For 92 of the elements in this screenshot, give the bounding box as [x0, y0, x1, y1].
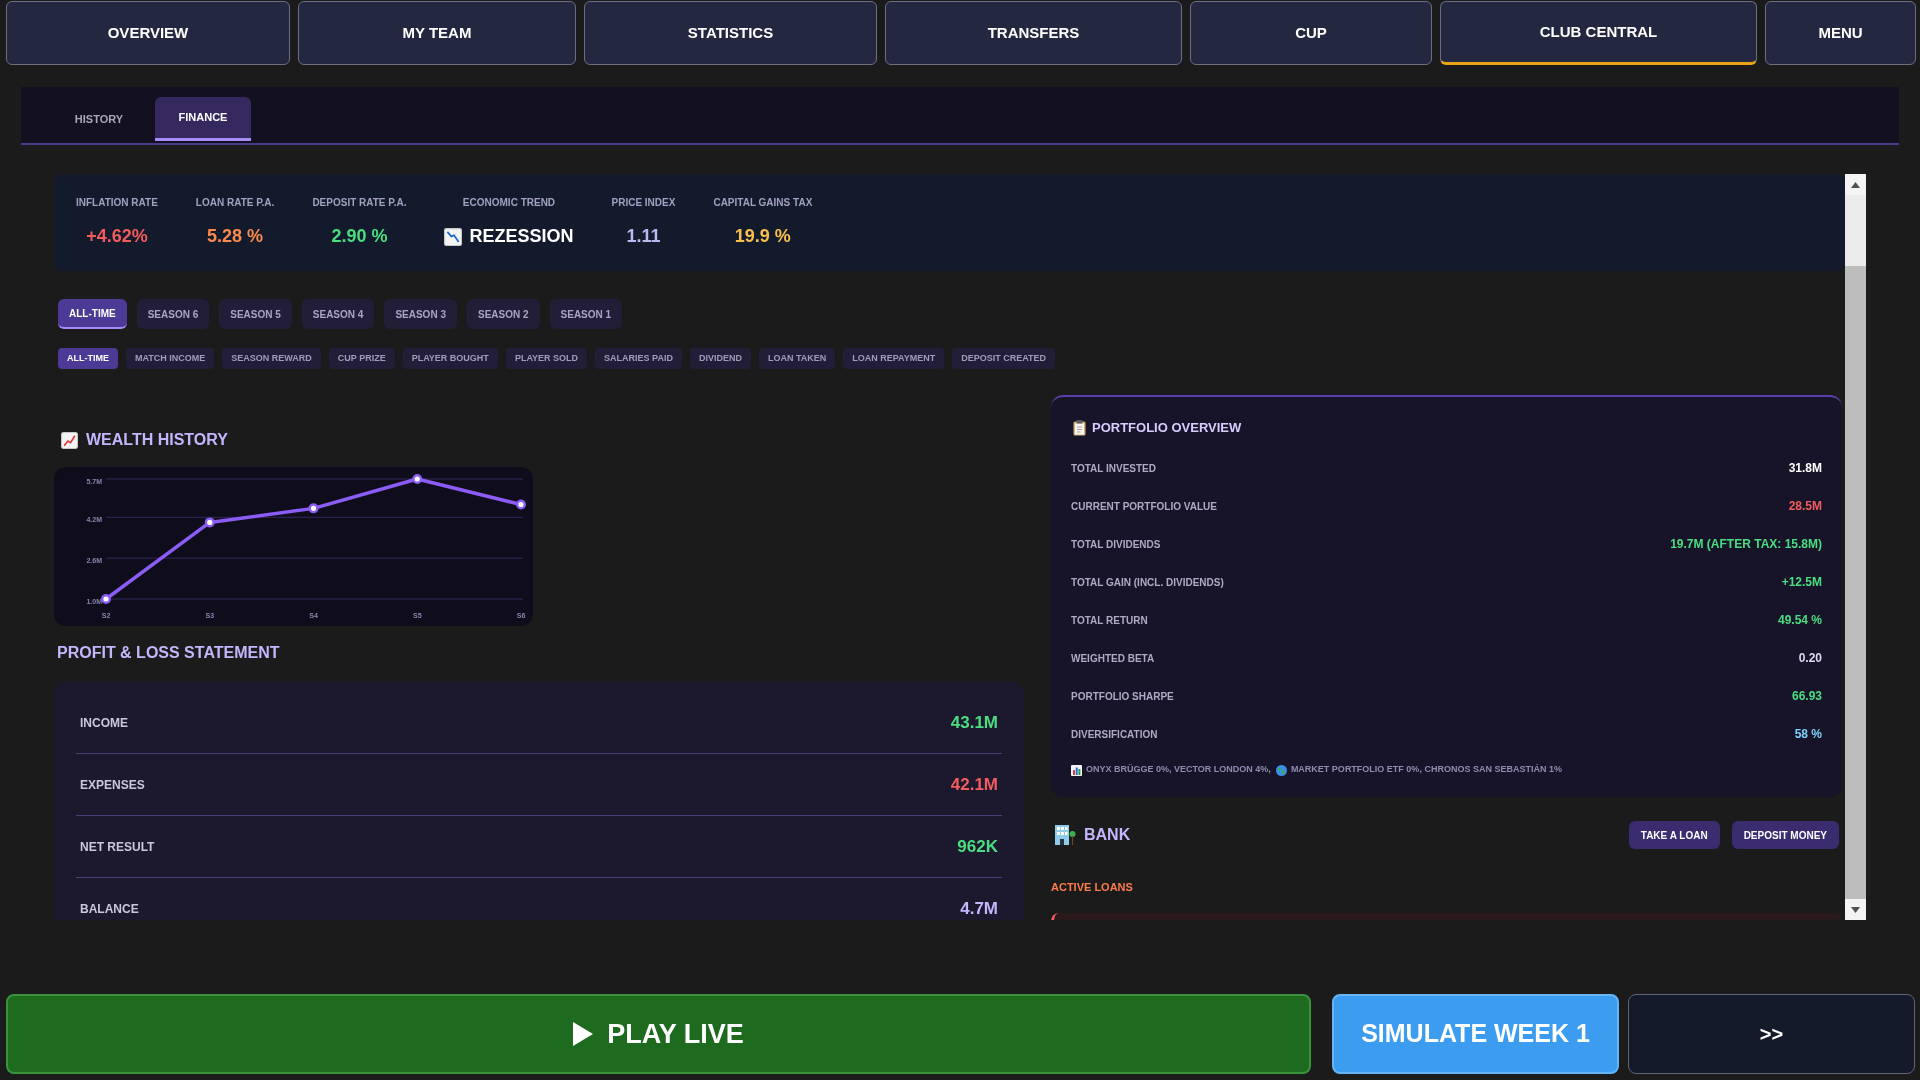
category-filter-chip[interactable]: DIVIDEND — [689, 348, 751, 369]
season-filter-chip[interactable]: SEASON 4 — [301, 299, 375, 329]
season-filter-chip[interactable]: ALL-TIME — [58, 299, 127, 329]
metric-label: WEIGHTED BETA — [1071, 651, 1155, 666]
data-point — [101, 594, 111, 604]
stat-label: PRICE INDEX — [611, 196, 676, 210]
section-title: WEALTH HISTORY — [86, 430, 228, 450]
scrollbar-thumb[interactable] — [1845, 266, 1866, 899]
metric-value: 66.93 — [1791, 688, 1822, 705]
section-tab[interactable]: FINANCE — [155, 97, 251, 141]
bar-chart-icon — [1071, 764, 1082, 776]
metric-value: 49.54 % — [1777, 612, 1822, 629]
season-filter-chip[interactable]: SEASON 3 — [384, 299, 457, 329]
metric-value: 28.5M — [1788, 498, 1822, 515]
stat-label: INFLATION RATE — [76, 196, 158, 210]
category-filter-chip[interactable]: SEASON REWARD — [222, 348, 321, 369]
metric-value: 19.7M (AFTER TAX: 15.8M) — [1670, 536, 1822, 553]
season-filter-chip[interactable]: SEASON 5 — [219, 299, 292, 329]
subsection-title: ACTIVE LOANS — [1051, 880, 1133, 895]
data-point — [204, 517, 215, 528]
section-title: PROFIT & LOSS STATEMENT — [57, 643, 280, 663]
section-title: BANK — [1084, 825, 1131, 845]
bank-action-button[interactable]: TAKE A LOAN — [1628, 821, 1720, 849]
nav-tab[interactable]: OVERVIEW — [6, 1, 290, 65]
bank-action-button[interactable]: DEPOSIT MONEY — [1731, 821, 1839, 849]
stat-value: 1.11 — [626, 225, 661, 248]
scroll-up-button[interactable] — [1845, 174, 1866, 195]
stat-value: +4.62% — [86, 225, 148, 248]
category-filter-chip[interactable]: PLAYER SOLD — [505, 348, 588, 369]
stat-label: DEPOSIT RATE P.A. — [312, 196, 407, 210]
metric-label: DIVERSIFICATION — [1071, 727, 1158, 742]
stat-value: 2.90 % — [331, 225, 388, 248]
season-filter-chip[interactable]: SEASON 2 — [466, 299, 540, 329]
metric-value: 31.8M — [1788, 460, 1822, 477]
category-filter-chip[interactable]: LOAN TAKEN — [758, 348, 836, 369]
nav-tab[interactable]: CLUB CENTRAL — [1440, 1, 1757, 65]
category-filter-chip[interactable]: DEPOSIT CREATED — [952, 348, 1056, 369]
up-triangle-icon — [1851, 181, 1860, 188]
metric-label: TOTAL DIVIDENDS — [1071, 537, 1161, 552]
chart-down-icon — [444, 227, 463, 246]
metric-label: TOTAL INVESTED — [1071, 461, 1156, 476]
season-filter-chip[interactable]: SEASON 6 — [136, 299, 210, 329]
clipboard-icon — [1073, 420, 1086, 436]
holdings-note: ONYX BRÜGGE 0%, VECTOR LONDON 4%, — [1086, 763, 1271, 777]
nav-tab[interactable]: MY TEAM — [298, 1, 576, 65]
metric-value: +12.5M — [1781, 574, 1822, 591]
season-filter-chip[interactable]: SEASON 1 — [549, 299, 623, 329]
nav-tab[interactable]: TRANSFERS — [885, 1, 1182, 65]
statement-value: 42.1M — [950, 773, 998, 796]
down-triangle-icon — [1851, 906, 1860, 913]
building-icon — [1055, 825, 1076, 845]
nav-tab[interactable]: CUP — [1190, 1, 1432, 65]
statement-value: 43.1M — [950, 711, 998, 734]
metric-label: TOTAL GAIN (INCL. DIVIDENDS) — [1071, 575, 1224, 590]
statement-label: EXPENSES — [80, 776, 145, 794]
metric-label: TOTAL RETURN — [1071, 613, 1148, 628]
holdings-note: MARKET PORTFOLIO ETF 0%, CHRONOS SAN SEBASTIÁN 1% — [1290, 763, 1562, 777]
metric-value: 0.20 — [1798, 650, 1822, 667]
statement-label: NET RESULT — [80, 838, 155, 856]
stat-value: REZESSION — [469, 225, 574, 248]
category-filter-chip[interactable]: MATCH INCOME — [126, 348, 215, 369]
nav-tab[interactable]: MENU — [1765, 1, 1916, 65]
stat-label: ECONOMIC TREND — [462, 196, 556, 210]
data-point — [412, 474, 423, 484]
chart-up-icon — [61, 431, 78, 449]
statement-value: 962K — [957, 835, 998, 858]
category-filter-chip[interactable]: ALL-TIME — [58, 348, 118, 369]
stat-value: 5.28 % — [207, 225, 264, 248]
category-filter-chip[interactable]: PLAYER BOUGHT — [402, 348, 498, 369]
metric-label: PORTFOLIO SHARPE — [1071, 689, 1174, 704]
metric-value: 58 % — [1794, 726, 1822, 743]
section-tab[interactable]: HISTORY — [51, 97, 147, 141]
scrollbar-track[interactable] — [1845, 174, 1866, 920]
stat-value: 19.9 % — [734, 225, 791, 248]
scroll-down-button[interactable] — [1845, 899, 1866, 920]
category-filter-chip[interactable]: LOAN REPAYMENT — [843, 348, 945, 369]
play-icon — [573, 1022, 594, 1046]
data-point — [516, 499, 526, 510]
next-button[interactable]: >> — [1628, 994, 1915, 1074]
panel-title: PORTFOLIO OVERVIEW — [1092, 419, 1242, 438]
statement-value: 4.7M — [960, 898, 998, 920]
statement-label: INCOME — [80, 714, 128, 732]
stat-label: CAPITAL GAINS TAX — [713, 196, 813, 210]
data-point — [308, 503, 319, 514]
globe-icon — [1275, 764, 1287, 776]
stat-label: LOAN RATE P.A. — [195, 196, 275, 210]
nav-tab[interactable]: STATISTICS — [584, 1, 877, 65]
category-filter-chip[interactable]: CUP PRIZE — [328, 348, 395, 369]
category-filter-chip[interactable]: SALARIES PAID — [595, 348, 682, 369]
metric-label: CURRENT PORTFOLIO VALUE — [1071, 499, 1217, 514]
play-button[interactable]: PLAY LIVE — [6, 994, 1311, 1074]
statement-label: BALANCE — [80, 901, 139, 918]
